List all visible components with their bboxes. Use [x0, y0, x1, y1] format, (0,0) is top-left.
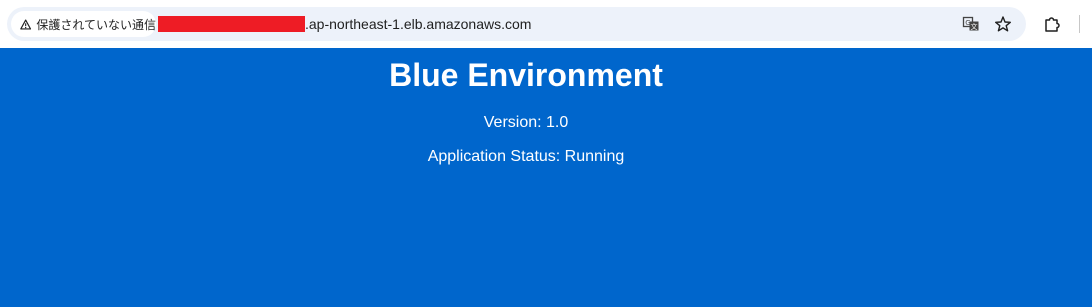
extensions-button[interactable] — [1040, 12, 1064, 36]
redacted-hostname — [158, 16, 305, 32]
star-icon — [995, 16, 1011, 32]
url-text[interactable]: .ap-northeast-1.elb.amazonaws.com — [305, 15, 531, 33]
translate-button[interactable]: G 文 — [959, 12, 983, 36]
page-title: Blue Environment — [389, 57, 663, 93]
version-text: Version: 1.0 — [483, 114, 569, 131]
security-indicator-chip[interactable]: 保護されていない通信 — [11, 11, 156, 37]
translate-icon: G 文 — [962, 16, 979, 31]
puzzle-icon — [1045, 17, 1060, 32]
address-bar[interactable]: 保護されていない通信 .ap-northeast-1.elb.amazonaws… — [7, 7, 1026, 41]
warning-triangle-icon — [20, 18, 32, 30]
page-content: Blue Environment Version: 1.0 Applicatio… — [0, 48, 1092, 307]
application-status-text: Application Status: Running — [427, 148, 625, 165]
toolbar-divider — [1079, 15, 1080, 33]
browser-toolbar: 保護されていない通信 .ap-northeast-1.elb.amazonaws… — [0, 0, 1092, 48]
security-label: 保護されていない通信 — [36, 17, 156, 32]
svg-text:文: 文 — [971, 22, 978, 31]
bookmark-button[interactable] — [991, 12, 1015, 36]
